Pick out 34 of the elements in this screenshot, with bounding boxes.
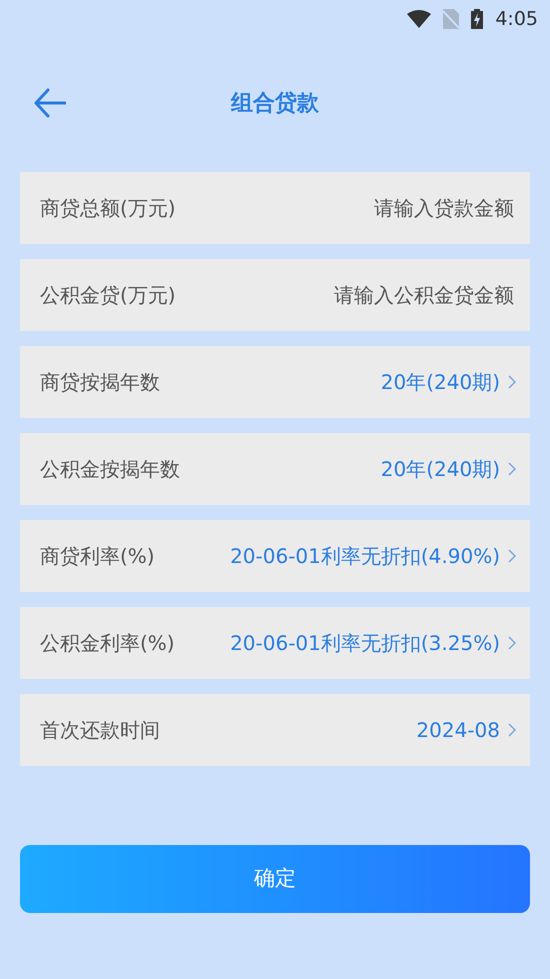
field-label: 公积金贷(万元) bbox=[40, 282, 176, 309]
field-label: 商贷利率(%) bbox=[40, 543, 155, 570]
field-label: 商贷按揭年数 bbox=[40, 369, 160, 396]
option-value: 20-06-01利率无折扣(3.25%) bbox=[230, 630, 500, 657]
amount-field[interactable]: 公积金贷(万元) 请输入公积金贷金额 bbox=[20, 259, 530, 331]
option-row[interactable]: 商贷利率(%) 20-06-01利率无折扣(4.90%) bbox=[20, 520, 530, 592]
option-row[interactable]: 商贷按揭年数 20年(240期) bbox=[20, 346, 530, 418]
chevron-right-icon bbox=[508, 723, 516, 737]
option-row[interactable]: 首次还款时间 2024-08 bbox=[20, 694, 530, 766]
confirm-button[interactable]: 确定 bbox=[20, 845, 530, 913]
back-button[interactable] bbox=[34, 88, 66, 118]
field-label: 商贷总额(万元) bbox=[40, 195, 176, 222]
option-value: 20-06-01利率无折扣(4.90%) bbox=[230, 543, 500, 570]
option-row[interactable]: 公积金按揭年数 20年(240期) bbox=[20, 433, 530, 505]
status-time: 4:05 bbox=[495, 6, 538, 32]
option-value: 2024-08 bbox=[416, 717, 500, 744]
option-value: 20年(240期) bbox=[380, 369, 500, 396]
no-sim-icon bbox=[443, 9, 460, 29]
amount-field[interactable]: 商贷总额(万元) 请输入贷款金额 bbox=[20, 172, 530, 244]
battery-charging-icon bbox=[471, 9, 484, 29]
wifi-icon bbox=[407, 10, 432, 28]
option-row[interactable]: 公积金利率(%) 20-06-01利率无折扣(3.25%) bbox=[20, 607, 530, 679]
amount-input[interactable]: 请输入公积金贷金额 bbox=[234, 280, 514, 310]
amount-input[interactable]: 请输入贷款金额 bbox=[234, 193, 514, 223]
chevron-right-icon bbox=[508, 636, 516, 650]
chevron-right-icon bbox=[508, 462, 516, 476]
chevron-right-icon bbox=[508, 375, 516, 389]
back-arrow-icon bbox=[34, 88, 66, 118]
chevron-right-icon bbox=[508, 549, 516, 563]
option-value: 20年(240期) bbox=[380, 456, 500, 483]
field-label: 公积金按揭年数 bbox=[40, 456, 180, 483]
field-label: 首次还款时间 bbox=[40, 717, 160, 744]
page-title: 组合贷款 bbox=[231, 90, 319, 118]
field-label: 公积金利率(%) bbox=[40, 630, 175, 657]
